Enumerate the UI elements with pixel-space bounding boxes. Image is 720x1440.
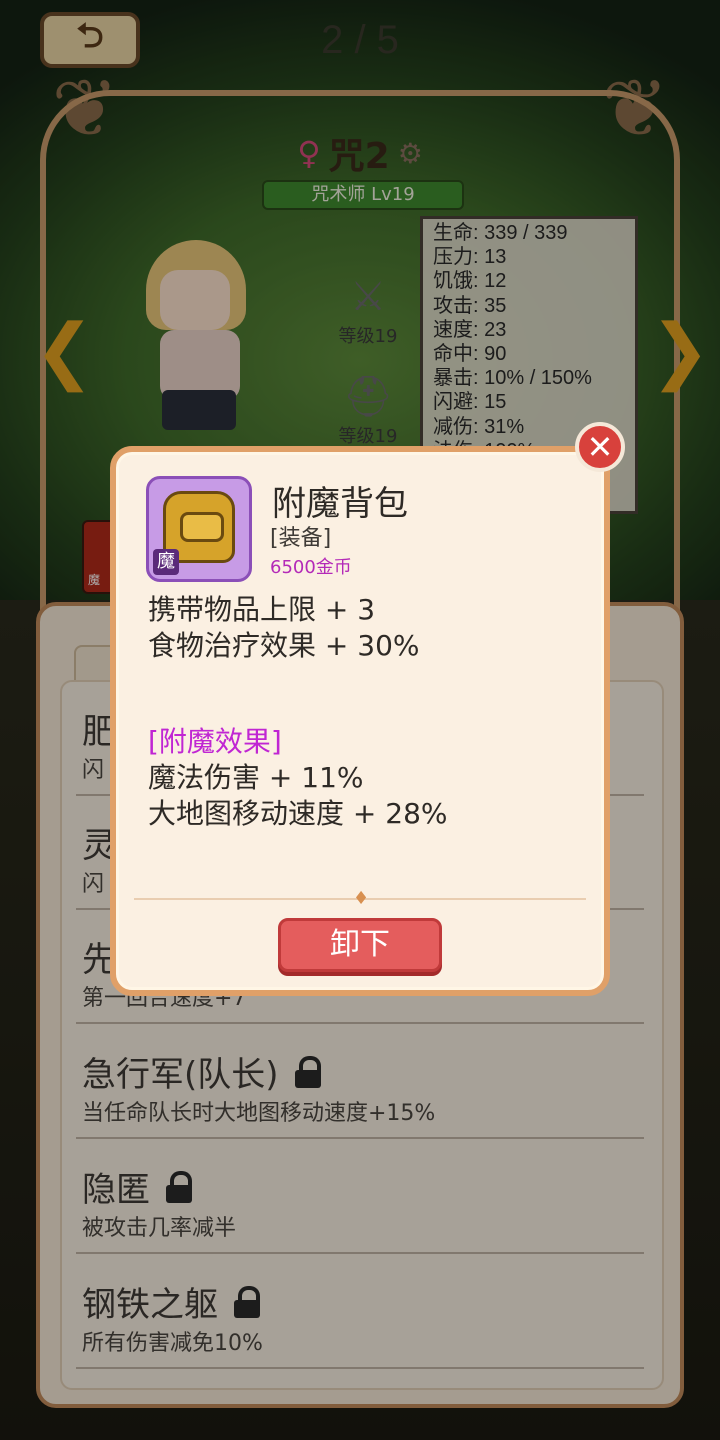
diamond-icon: ♦ — [353, 888, 370, 909]
enchant-effect-line: 魔法伤害 + 11% — [148, 761, 364, 794]
item-name: 附魔背包 — [272, 484, 408, 524]
enchant-effect-line: 大地图移动速度 + 28% — [148, 797, 448, 830]
enchant-tag: 魔 — [153, 549, 179, 575]
enchant-title: [附魔效果] — [148, 725, 282, 758]
item-type: [装备] — [270, 526, 332, 551]
item-effects: 携带物品上限 + 3 食物治疗效果 + 30% [附魔效果] 魔法伤害 + 11… — [148, 592, 578, 832]
item-price: 6500金币 — [270, 557, 352, 578]
unequip-button[interactable]: 卸下 — [278, 918, 442, 972]
effect-line: 携带物品上限 + 3 — [148, 593, 376, 626]
effect-line: 食物治疗效果 + 30% — [148, 629, 420, 662]
backpack-icon: 魔 — [146, 476, 252, 582]
close-icon[interactable]: ✕ — [575, 422, 625, 472]
